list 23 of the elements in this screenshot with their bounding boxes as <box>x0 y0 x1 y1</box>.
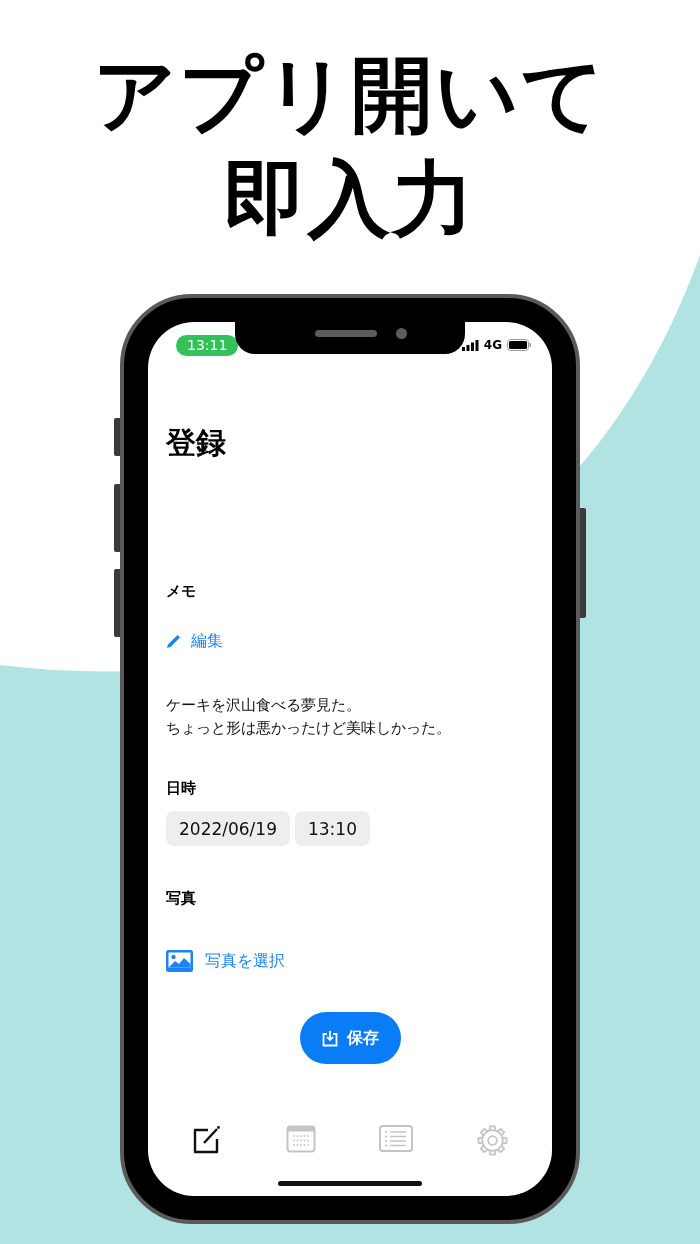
status-time: 13:11 <box>176 334 239 356</box>
battery-icon <box>507 339 532 351</box>
time-picker[interactable]: 13:10 <box>295 811 370 846</box>
memo-text: ケーキを沢山食べる夢見た。 ちょっと形は悪かったけど美味しかった。 <box>166 695 451 739</box>
signal-icon <box>461 339 479 351</box>
compose-icon <box>191 1125 222 1155</box>
list-icon <box>379 1125 414 1152</box>
network-label: 4G <box>483 338 502 352</box>
pencil-icon <box>166 634 181 649</box>
section-label: 写真 <box>166 888 196 908</box>
section-label: 日時 <box>166 778 196 798</box>
headline-text: 即入力 <box>224 152 476 246</box>
edit-link[interactable]: 編集 <box>166 631 223 652</box>
save-button[interactable]: 保存 <box>299 1012 401 1064</box>
headline-text: アプリ開いて <box>93 48 607 142</box>
settings-icon <box>477 1125 509 1156</box>
date-picker[interactable]: 2022/06/19 <box>166 811 290 846</box>
select-photo-link[interactable]: 写真を選択 <box>166 950 285 972</box>
calendar-icon <box>285 1125 316 1153</box>
section-label: メモ <box>166 581 196 601</box>
screen-title: 登録 <box>166 424 226 462</box>
download-icon <box>321 1029 338 1047</box>
image-icon <box>166 950 193 972</box>
